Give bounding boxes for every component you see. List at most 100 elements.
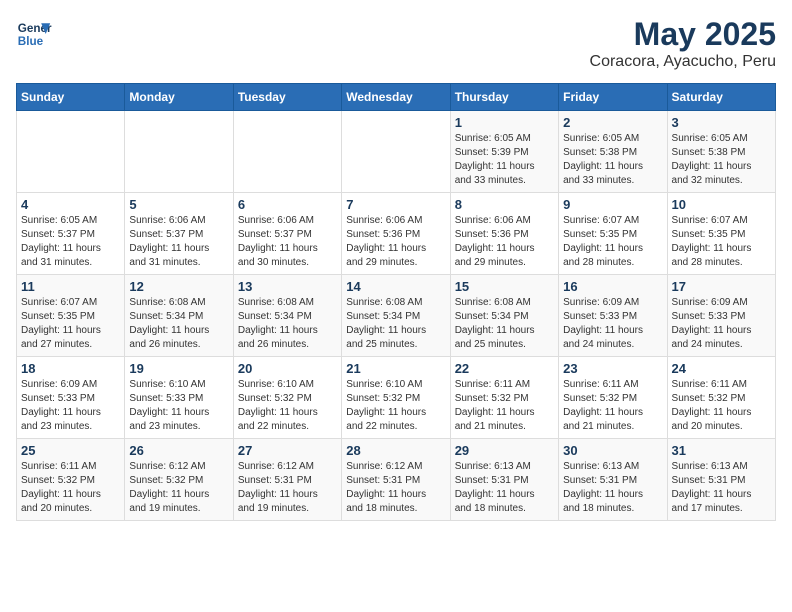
day-number: 2 <box>563 115 662 130</box>
day-number: 26 <box>129 443 228 458</box>
calendar-cell: 19 Sunrise: 6:10 AM Sunset: 5:33 PM Dayli… <box>125 357 233 439</box>
calendar-week-row: 18Sunrise: 6:09 AM Sunset: 5:33 PM Dayli… <box>17 357 776 439</box>
weekday-header-monday: Monday <box>125 84 233 111</box>
calendar-cell: 5Sunrise: 6:06 AM Sunset: 5:37 PM Daylig… <box>125 193 233 275</box>
calendar-cell: 4 Sunrise: 6:05 AM Sunset: 5:37 PM Daylig… <box>17 193 125 275</box>
day-info: Sunrise: 6:12 AM Sunset: 5:31 PM Dayligh… <box>238 460 337 516</box>
day-info: Sunrise: 6:05 AM Sunset: 5:38 PM Dayligh… <box>563 132 662 188</box>
day-info: Sunrise: 6:11 AM Sunset: 5:32 PM Dayligh… <box>563 378 662 434</box>
calendar-cell: 29 Sunrise: 6:13 AM Sunset: 5:31 PM Dayli… <box>450 439 558 521</box>
day-info: Sunrise: 6:13 AM Sunset: 5:31 PM Dayligh… <box>672 460 771 516</box>
calendar-cell <box>17 111 125 193</box>
day-number: 1 <box>455 115 554 130</box>
calendar-cell <box>342 111 450 193</box>
day-info: Sunrise: 6:08 AM Sunset: 5:34 PM Dayligh… <box>346 296 445 352</box>
calendar-body: 1 Sunrise: 6:05 AM Sunset: 5:39 PM Daylig… <box>17 111 776 521</box>
calendar-cell: 18Sunrise: 6:09 AM Sunset: 5:33 PM Dayli… <box>17 357 125 439</box>
day-number: 14 <box>346 279 445 294</box>
header: General Blue May 2025 Coracora, Ayacucho… <box>16 16 776 71</box>
day-number: 27 <box>238 443 337 458</box>
day-info: Sunrise: 6:05 AM Sunset: 5:38 PM Dayligh… <box>672 132 771 188</box>
calendar-week-row: 1 Sunrise: 6:05 AM Sunset: 5:39 PM Daylig… <box>17 111 776 193</box>
day-info: Sunrise: 6:09 AM Sunset: 5:33 PM Dayligh… <box>672 296 771 352</box>
calendar-cell: 24 Sunrise: 6:11 AM Sunset: 5:32 PM Dayli… <box>667 357 775 439</box>
day-number: 19 <box>129 361 228 376</box>
day-info: Sunrise: 6:12 AM Sunset: 5:32 PM Dayligh… <box>129 460 228 516</box>
day-info: Sunrise: 6:06 AM Sunset: 5:37 PM Dayligh… <box>129 214 228 270</box>
day-number: 23 <box>563 361 662 376</box>
calendar-cell: 23 Sunrise: 6:11 AM Sunset: 5:32 PM Dayli… <box>559 357 667 439</box>
day-number: 13 <box>238 279 337 294</box>
main-title: May 2025 <box>590 16 776 53</box>
day-number: 8 <box>455 197 554 212</box>
day-number: 20 <box>238 361 337 376</box>
day-info: Sunrise: 6:10 AM Sunset: 5:32 PM Dayligh… <box>346 378 445 434</box>
day-info: Sunrise: 6:07 AM Sunset: 5:35 PM Dayligh… <box>672 214 771 270</box>
calendar-cell: 16Sunrise: 6:09 AM Sunset: 5:33 PM Dayli… <box>559 275 667 357</box>
logo-icon: General Blue <box>16 16 52 52</box>
day-info: Sunrise: 6:13 AM Sunset: 5:31 PM Dayligh… <box>455 460 554 516</box>
weekday-header-row: SundayMondayTuesdayWednesdayThursdayFrid… <box>17 84 776 111</box>
calendar-cell: 30 Sunrise: 6:13 AM Sunset: 5:31 PM Dayli… <box>559 439 667 521</box>
day-number: 15 <box>455 279 554 294</box>
day-number: 9 <box>563 197 662 212</box>
logo: General Blue <box>16 16 52 52</box>
day-info: Sunrise: 6:09 AM Sunset: 5:33 PM Dayligh… <box>21 378 120 434</box>
day-number: 12 <box>129 279 228 294</box>
day-info: Sunrise: 6:11 AM Sunset: 5:32 PM Dayligh… <box>455 378 554 434</box>
day-info: Sunrise: 6:05 AM Sunset: 5:37 PM Dayligh… <box>21 214 120 270</box>
calendar-cell: 6 Sunrise: 6:06 AM Sunset: 5:37 PM Daylig… <box>233 193 341 275</box>
weekday-header-thursday: Thursday <box>450 84 558 111</box>
calendar-cell: 9Sunrise: 6:07 AM Sunset: 5:35 PM Daylig… <box>559 193 667 275</box>
day-info: Sunrise: 6:09 AM Sunset: 5:33 PM Dayligh… <box>563 296 662 352</box>
calendar-cell: 20 Sunrise: 6:10 AM Sunset: 5:32 PM Dayli… <box>233 357 341 439</box>
day-number: 11 <box>21 279 120 294</box>
calendar-cell: 27 Sunrise: 6:12 AM Sunset: 5:31 PM Dayli… <box>233 439 341 521</box>
day-info: Sunrise: 6:10 AM Sunset: 5:32 PM Dayligh… <box>238 378 337 434</box>
day-info: Sunrise: 6:13 AM Sunset: 5:31 PM Dayligh… <box>563 460 662 516</box>
day-info: Sunrise: 6:10 AM Sunset: 5:33 PM Dayligh… <box>129 378 228 434</box>
day-number: 3 <box>672 115 771 130</box>
calendar-table: SundayMondayTuesdayWednesdayThursdayFrid… <box>16 83 776 521</box>
calendar-week-row: 25Sunrise: 6:11 AM Sunset: 5:32 PM Dayli… <box>17 439 776 521</box>
day-info: Sunrise: 6:06 AM Sunset: 5:36 PM Dayligh… <box>346 214 445 270</box>
weekday-header-wednesday: Wednesday <box>342 84 450 111</box>
day-info: Sunrise: 6:07 AM Sunset: 5:35 PM Dayligh… <box>21 296 120 352</box>
day-number: 25 <box>21 443 120 458</box>
calendar-cell: 26 Sunrise: 6:12 AM Sunset: 5:32 PM Dayli… <box>125 439 233 521</box>
calendar-cell: 13Sunrise: 6:08 AM Sunset: 5:34 PM Dayli… <box>233 275 341 357</box>
day-number: 22 <box>455 361 554 376</box>
calendar-cell: 7 Sunrise: 6:06 AM Sunset: 5:36 PM Daylig… <box>342 193 450 275</box>
subtitle: Coracora, Ayacucho, Peru <box>590 53 776 71</box>
day-number: 28 <box>346 443 445 458</box>
calendar-cell: 21 Sunrise: 6:10 AM Sunset: 5:32 PM Dayli… <box>342 357 450 439</box>
calendar-week-row: 4 Sunrise: 6:05 AM Sunset: 5:37 PM Daylig… <box>17 193 776 275</box>
day-number: 4 <box>21 197 120 212</box>
day-number: 7 <box>346 197 445 212</box>
day-info: Sunrise: 6:11 AM Sunset: 5:32 PM Dayligh… <box>672 378 771 434</box>
weekday-header-saturday: Saturday <box>667 84 775 111</box>
calendar-cell: 28 Sunrise: 6:12 AM Sunset: 5:31 PM Dayli… <box>342 439 450 521</box>
day-number: 24 <box>672 361 771 376</box>
day-info: Sunrise: 6:08 AM Sunset: 5:34 PM Dayligh… <box>129 296 228 352</box>
day-number: 21 <box>346 361 445 376</box>
calendar-cell: 11 Sunrise: 6:07 AM Sunset: 5:35 PM Dayli… <box>17 275 125 357</box>
calendar-cell <box>233 111 341 193</box>
day-info: Sunrise: 6:05 AM Sunset: 5:39 PM Dayligh… <box>455 132 554 188</box>
svg-text:Blue: Blue <box>18 35 44 48</box>
day-number: 6 <box>238 197 337 212</box>
calendar-header: SundayMondayTuesdayWednesdayThursdayFrid… <box>17 84 776 111</box>
calendar-cell: 1 Sunrise: 6:05 AM Sunset: 5:39 PM Daylig… <box>450 111 558 193</box>
calendar-cell: 15 Sunrise: 6:08 AM Sunset: 5:34 PM Dayli… <box>450 275 558 357</box>
day-info: Sunrise: 6:12 AM Sunset: 5:31 PM Dayligh… <box>346 460 445 516</box>
day-info: Sunrise: 6:06 AM Sunset: 5:37 PM Dayligh… <box>238 214 337 270</box>
day-number: 10 <box>672 197 771 212</box>
calendar-cell: 22 Sunrise: 6:11 AM Sunset: 5:32 PM Dayli… <box>450 357 558 439</box>
day-number: 29 <box>455 443 554 458</box>
calendar-cell: 31Sunrise: 6:13 AM Sunset: 5:31 PM Dayli… <box>667 439 775 521</box>
day-number: 30 <box>563 443 662 458</box>
calendar-week-row: 11 Sunrise: 6:07 AM Sunset: 5:35 PM Dayli… <box>17 275 776 357</box>
calendar-cell <box>125 111 233 193</box>
day-info: Sunrise: 6:08 AM Sunset: 5:34 PM Dayligh… <box>455 296 554 352</box>
calendar-cell: 10 Sunrise: 6:07 AM Sunset: 5:35 PM Dayli… <box>667 193 775 275</box>
